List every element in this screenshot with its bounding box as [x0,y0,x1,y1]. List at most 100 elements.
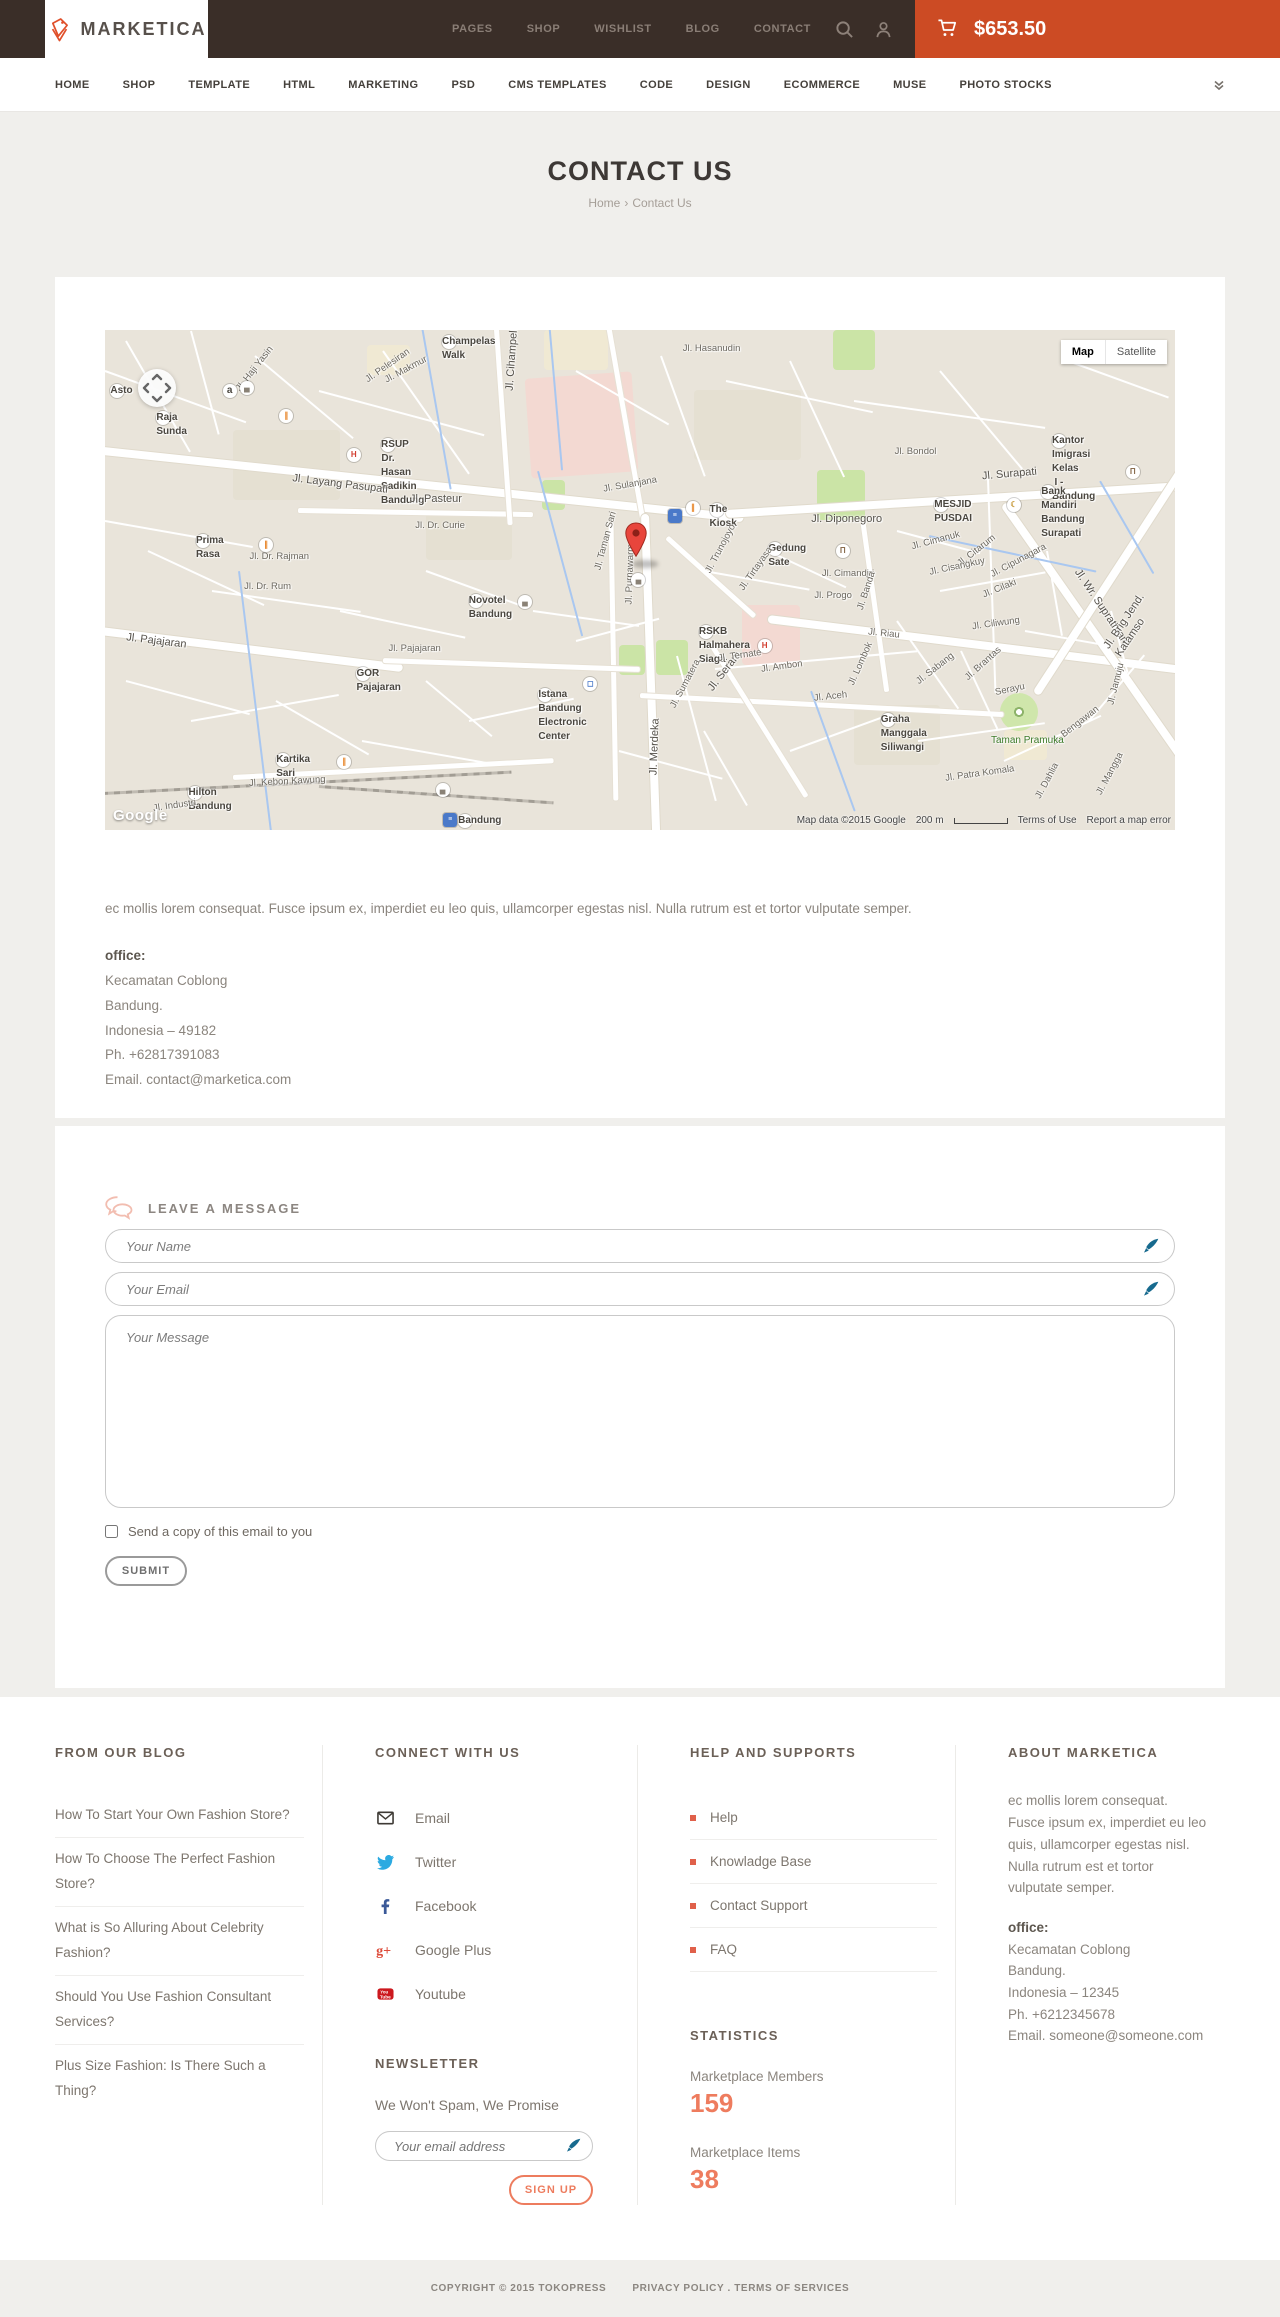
social-link[interactable]: g+ Google Plus [375,1928,619,1972]
map-poi-icon: ∥ [259,538,274,552]
blog-post-link[interactable]: How To Start Your Own Fashion Store? [55,1794,304,1838]
category-nav-link[interactable]: HTML [283,79,315,91]
footer-about-column: ABOUT MARKETICA ec mollis lorem consequa… [955,1745,1225,2205]
square-bullet-icon [690,1946,696,1953]
office-address-line: Indonesia – 49182 [105,1022,217,1038]
top-nav-link[interactable]: PAGES [452,23,493,35]
speech-bubbles-icon [105,1196,133,1220]
newsletter-tagline: We Won't Spam, We Promise [375,2097,559,2113]
copyright-text: COPYRIGHT © 2015 TOKOPRESS [430,2283,607,2294]
map-type-satellite-button[interactable]: Satellite [1104,340,1167,364]
social-label: Facebook [415,1898,477,1914]
office-address-line: Ph. +62817391083 [105,1047,220,1063]
blog-post-list: How To Start Your Own Fashion Store? How … [55,1794,304,2113]
copyright-bar: COPYRIGHT © 2015 TOKOPRESS PRIVACY POLIC… [0,2260,1280,2317]
map-report-link[interactable]: Report a map error [1087,815,1171,826]
map-poi-icon: H [346,448,361,462]
twitter-icon [375,1854,395,1870]
footer-blog-heading: FROM OUR BLOG [55,1745,187,1760]
map-label: Jl. Dr. Rum [244,581,292,592]
help-link[interactable]: FAQ [690,1928,937,1972]
social-label: Google Plus [415,1942,492,1958]
submit-button[interactable]: SUBMIT [105,1556,187,1586]
brand-logo[interactable]: MARKETICA [45,0,208,58]
map-label: Jl. Brantas [962,644,1004,683]
pen-icon [1144,1281,1159,1301]
category-nav-link[interactable]: PHOTO STOCKS [959,79,1051,91]
social-link[interactable]: You Tube Youtube [375,1972,619,2016]
map-poi-icon: ≡ [443,813,458,827]
legal-links[interactable]: PRIVACY POLICY . TERMS OF SERVICES [632,2283,849,2294]
help-link-label: Help [710,1810,738,1825]
map-label: RSUP Dr. Hasan Sadikin Bandung [381,437,425,506]
social-link[interactable]: Facebook [375,1884,619,1928]
footer-connect-column: CONNECT WITH US Email Twitter Facebook g… [322,1745,637,2205]
blog-post-link[interactable]: Should You Use Fashion Consultant Servic… [55,1976,304,2045]
map-label: Taman Pramuka [990,735,1064,746]
map-poi-icon: Π [1125,465,1140,479]
help-link[interactable]: Knowladge Base [690,1840,937,1884]
message-form-title: LEAVE A MESSAGE [148,1200,302,1216]
map-label: Jl. Bondol [894,446,937,457]
map-marker-icon[interactable] [624,522,648,563]
category-nav-link[interactable]: TEMPLATE [188,79,250,91]
blog-post-link[interactable]: What is So Alluring About Celebrity Fash… [55,1907,304,1976]
category-nav-link[interactable]: PSD [451,79,475,91]
category-nav-link[interactable]: CMS TEMPLATES [508,79,607,91]
map-label: Jl. Diponegoro [811,512,883,525]
map-poi-icon: ∥ [686,501,700,515]
map-pan-control[interactable] [137,368,177,413]
send-copy-checkbox[interactable] [105,1525,118,1538]
map-label: Jl. Aceh [813,689,849,704]
category-nav-link[interactable]: CODE [640,79,673,91]
google-map[interactable]: Champelas Walk Jl. Hasanudin Jl. Pelesiran… [105,330,1175,830]
blog-post-link[interactable]: How To Choose The Perfect Fashion Store? [55,1838,304,1907]
map-label: Prima Rasa [195,534,224,560]
office-address-block: office: Kecamatan Coblong Bandung. Indones… [105,944,1175,1094]
map-scale-bar [953,817,1008,824]
breadcrumb-home-link[interactable]: Home [588,196,620,210]
category-nav-link[interactable]: ECOMMERCE [784,79,860,91]
map-terms-link[interactable]: Terms of Use [1018,815,1077,826]
map-label: Jl. Surapati [981,465,1038,483]
account-icon[interactable] [864,0,903,58]
top-header-bar: MARKETICA PAGES SHOP WISHLIST BLOG CONTACT $… [0,0,1280,58]
email-input[interactable] [105,1272,1175,1306]
category-nav-link[interactable]: MARKETING [348,79,418,91]
help-link[interactable]: Help [690,1796,937,1840]
office-address-line: Bandung. [1008,1963,1066,1979]
map-label: Jl. Dr. Rajman [249,551,310,562]
help-link[interactable]: Contact Support [690,1884,937,1928]
message-textarea[interactable] [105,1315,1175,1508]
top-nav-link[interactable]: BLOG [686,23,720,35]
newsletter-email-input[interactable] [375,2131,593,2161]
name-input[interactable] [105,1229,1175,1263]
top-nav-link[interactable]: WISHLIST [594,23,651,35]
map-type-map-button[interactable]: Map [1060,340,1105,364]
search-icon[interactable] [825,0,864,58]
map-poi-icon: ∥ [279,409,294,423]
category-nav-link[interactable]: HOME [55,79,90,91]
social-link[interactable]: Email [375,1796,619,1840]
map-label: Jl. Pajajaran [125,631,188,651]
about-office-block: office: Kecamatan Coblong Bandung. Indones… [1008,1917,1207,2047]
footer-about-heading: ABOUT MARKETICA [1008,1745,1159,1760]
contact-intro-text: ec mollis lorem consequat. Fusce ipsum e… [105,901,912,916]
map-label: RSKB Halmahera Siaga [698,625,750,665]
category-nav-link[interactable]: SHOP [123,79,156,91]
map-label: Jl. Cimanuk [910,528,961,553]
blog-post-link[interactable]: Plus Size Fashion: Is There Such a Thing… [55,2045,304,2113]
map-poi-icon: ∥ [337,755,352,769]
map-label: Jl. Merdeka [647,718,662,776]
category-nav-link[interactable]: DESIGN [706,79,751,91]
newsletter-heading: NEWSLETTER [375,2056,480,2071]
signup-button[interactable]: SIGN UP [509,2175,593,2205]
cart-button[interactable]: $653.50 [915,0,1280,58]
top-nav-link[interactable]: SHOP [527,23,561,35]
map-type-control: Map Satellite [1060,340,1167,364]
social-link[interactable]: Twitter [375,1840,619,1884]
chevron-down-icon[interactable] [1213,79,1225,91]
map-poi-icon: Π [835,544,850,558]
category-nav-link[interactable]: MUSE [893,79,926,91]
top-nav-link[interactable]: CONTACT [754,23,811,35]
